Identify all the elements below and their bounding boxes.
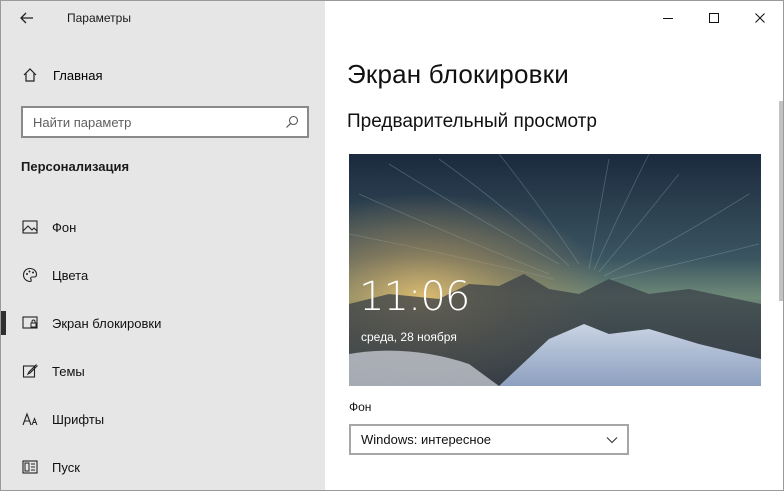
app-title: Параметры xyxy=(67,11,131,25)
preview-heading: Предварительный просмотр xyxy=(347,111,597,132)
preview-clock: 11:06 xyxy=(359,274,470,320)
search-icon[interactable] xyxy=(277,108,307,136)
chevron-down-icon xyxy=(597,426,627,454)
sidebar-item-lock-screen[interactable]: Экран блокировки xyxy=(1,299,325,347)
sidebar: Параметры Главная Найти параметр Персона… xyxy=(1,1,325,490)
settings-window: Параметры Главная Найти параметр Персона… xyxy=(0,0,784,491)
sidebar-item-fonts[interactable]: Шрифты xyxy=(1,395,325,443)
back-arrow-icon xyxy=(20,12,33,24)
preview-wallpaper xyxy=(349,154,761,386)
window-controls xyxy=(645,1,783,35)
section-title: Персонализация xyxy=(21,159,130,174)
palette-icon xyxy=(21,266,39,284)
picture-icon xyxy=(21,218,39,236)
close-button[interactable] xyxy=(737,1,783,35)
sidebar-item-label: Фон xyxy=(52,219,77,235)
minimize-icon xyxy=(663,18,673,19)
sidebar-item-start[interactable]: Пуск xyxy=(1,443,325,490)
titlebar-left: Параметры xyxy=(1,1,325,35)
sidebar-item-label: Пуск xyxy=(52,459,80,475)
search-placeholder: Найти параметр xyxy=(33,114,132,130)
background-select-value: Windows: интересное xyxy=(361,432,492,447)
nav-home[interactable]: Главная xyxy=(1,61,325,89)
sidebar-item-colors[interactable]: Цвета xyxy=(1,251,325,299)
sidebar-item-label: Цвета xyxy=(52,267,89,283)
nav-home-label: Главная xyxy=(53,67,103,83)
nav-list: Фон Цвета Экран блокировки Темы Шрифты П… xyxy=(1,203,325,490)
start-icon xyxy=(21,458,39,476)
font-icon xyxy=(21,410,39,428)
maximize-icon xyxy=(709,13,719,23)
maximize-button[interactable] xyxy=(691,1,737,35)
main-content: Экран блокировки Предварительный просмот… xyxy=(325,1,783,490)
sidebar-item-label: Экран блокировки xyxy=(52,315,162,331)
sidebar-item-label: Темы xyxy=(52,363,85,379)
close-icon xyxy=(755,13,765,23)
background-select[interactable]: Windows: интересное xyxy=(349,424,629,455)
lock-screen-preview: 11:06 среда, 28 ноября xyxy=(349,154,761,386)
sidebar-item-label: Шрифты xyxy=(52,411,105,427)
lock-screen-icon xyxy=(21,314,39,332)
minimize-button[interactable] xyxy=(645,1,691,35)
sidebar-item-background[interactable]: Фон xyxy=(1,203,325,251)
home-icon xyxy=(21,66,39,84)
sidebar-item-themes[interactable]: Темы xyxy=(1,347,325,395)
back-button[interactable] xyxy=(13,5,41,31)
search-input[interactable]: Найти параметр xyxy=(21,106,309,138)
brush-icon xyxy=(21,362,39,380)
preview-date: среда, 28 ноября xyxy=(361,330,457,344)
page-title: Экран блокировки xyxy=(347,59,569,89)
background-label: Фон xyxy=(349,400,372,414)
scrollbar[interactable] xyxy=(779,101,783,301)
